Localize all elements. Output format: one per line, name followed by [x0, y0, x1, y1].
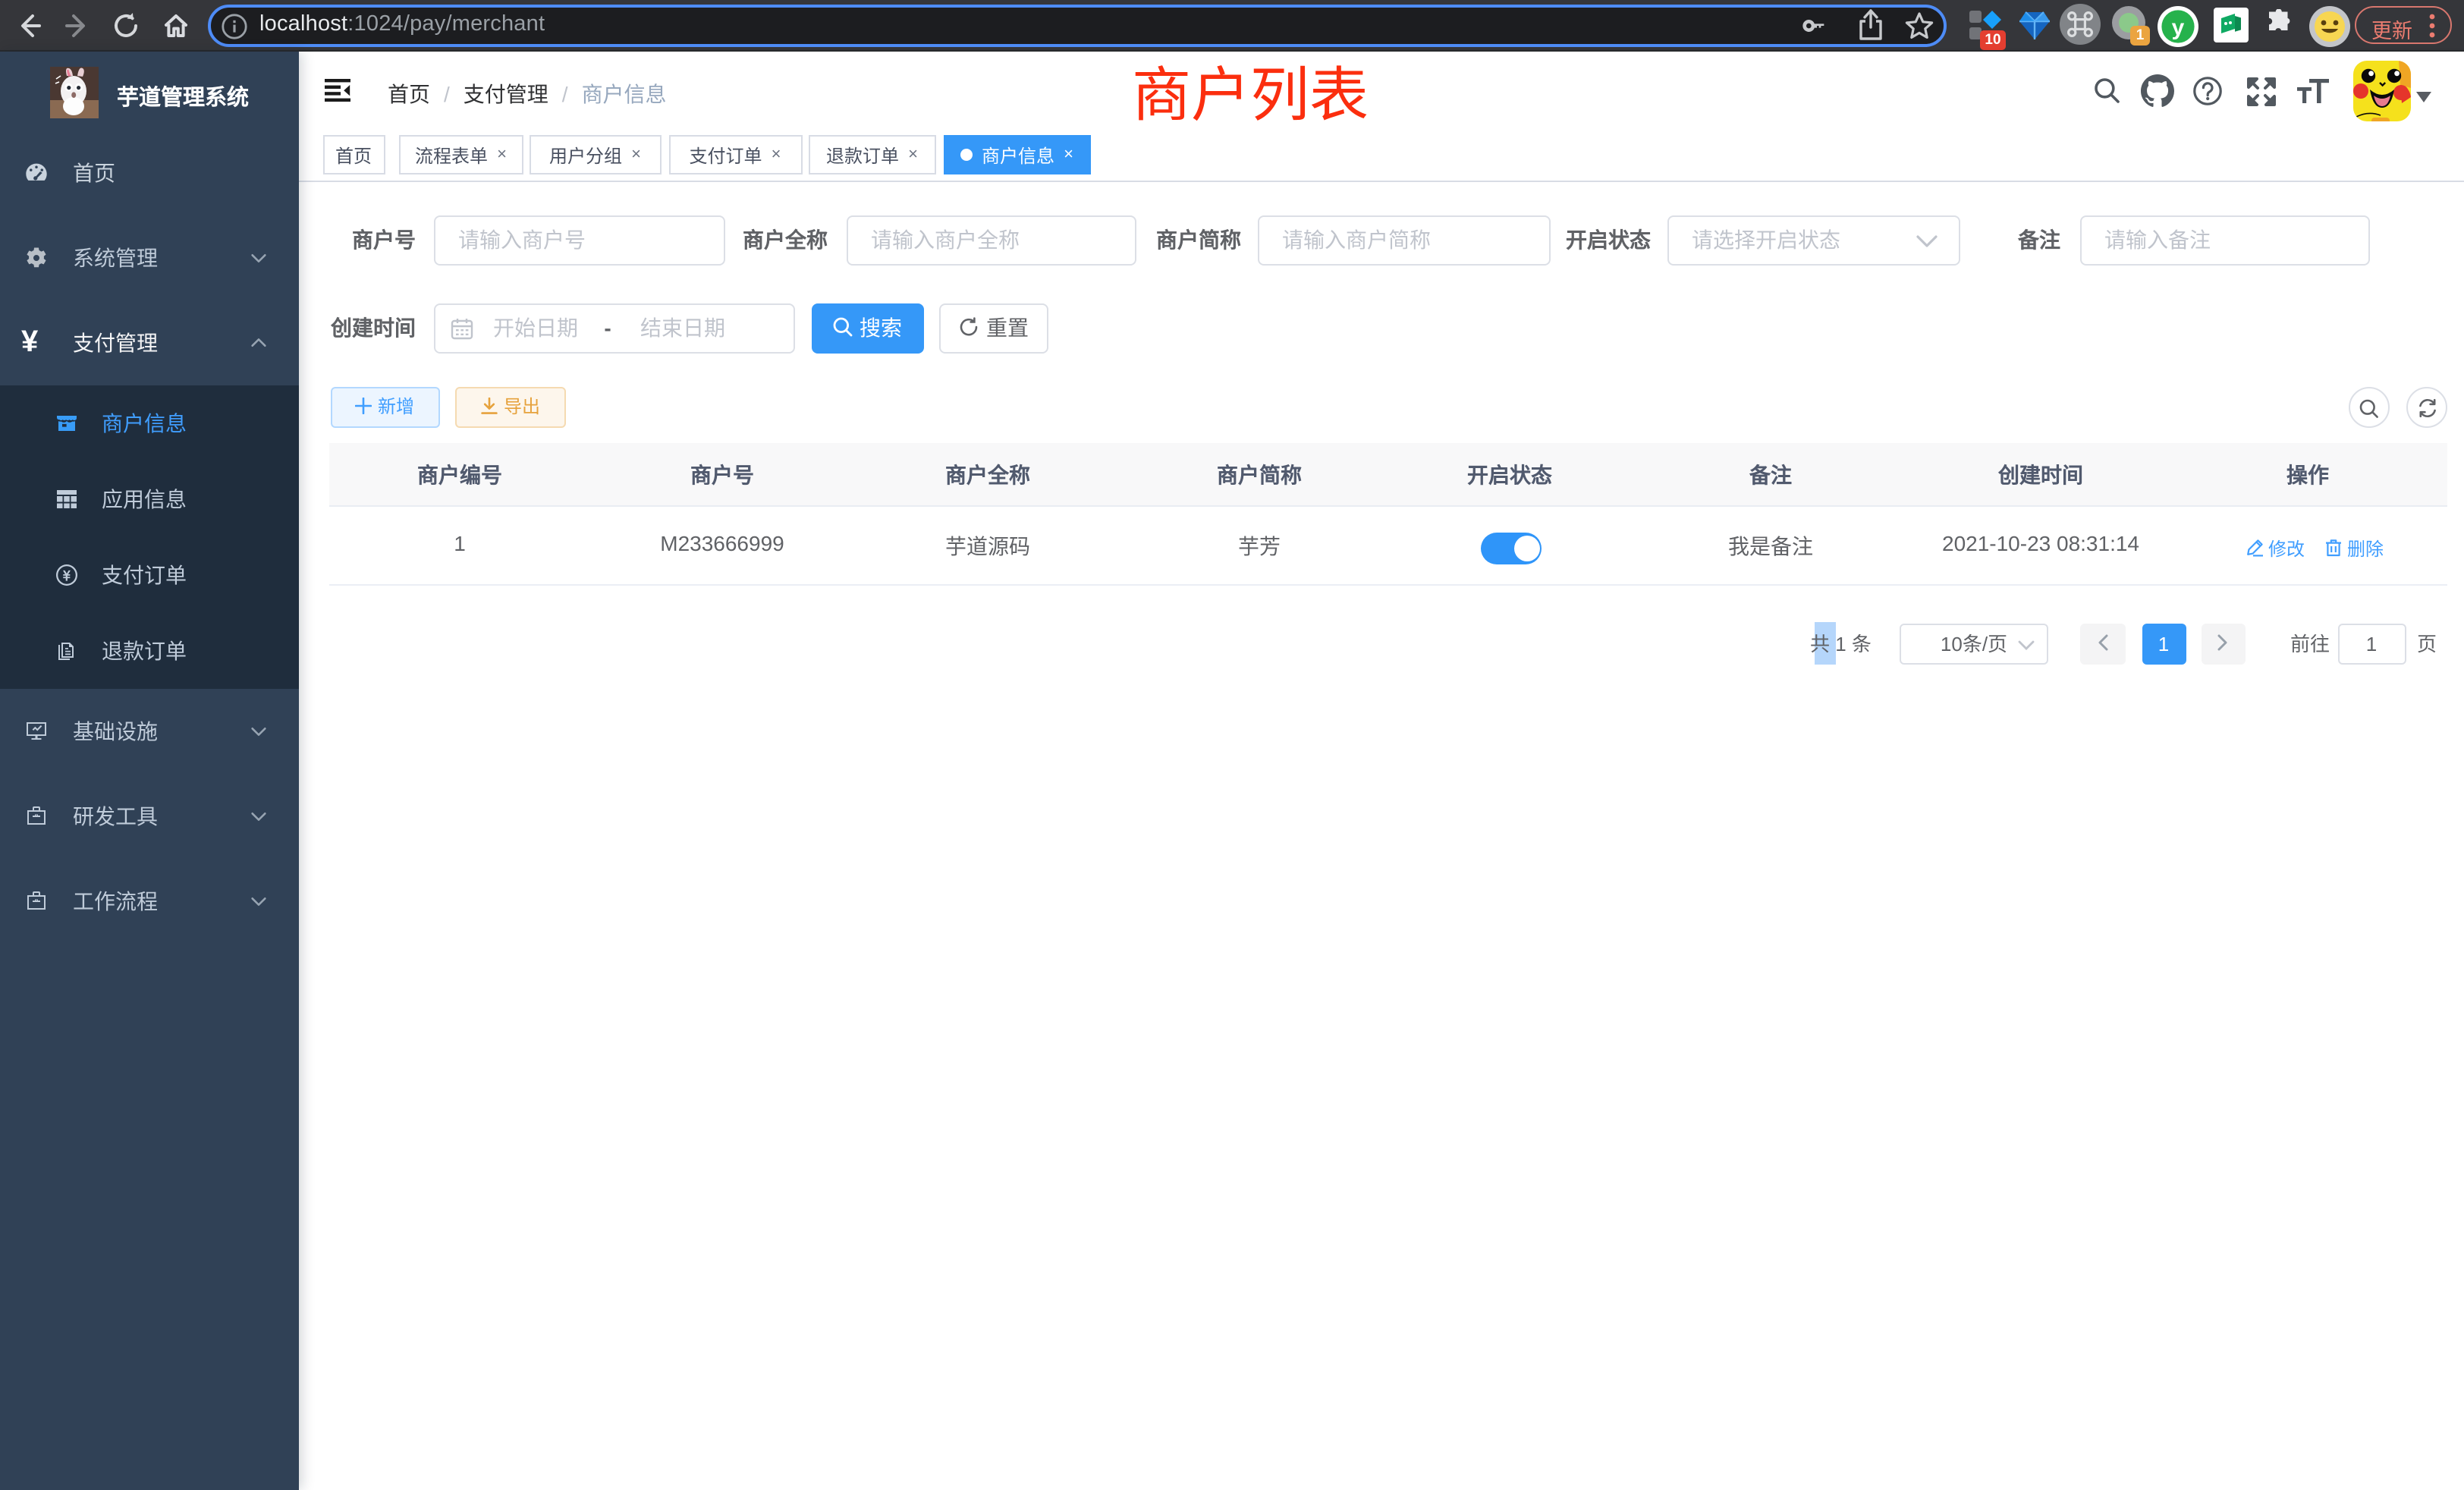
svg-text:y: y [2172, 14, 2185, 39]
